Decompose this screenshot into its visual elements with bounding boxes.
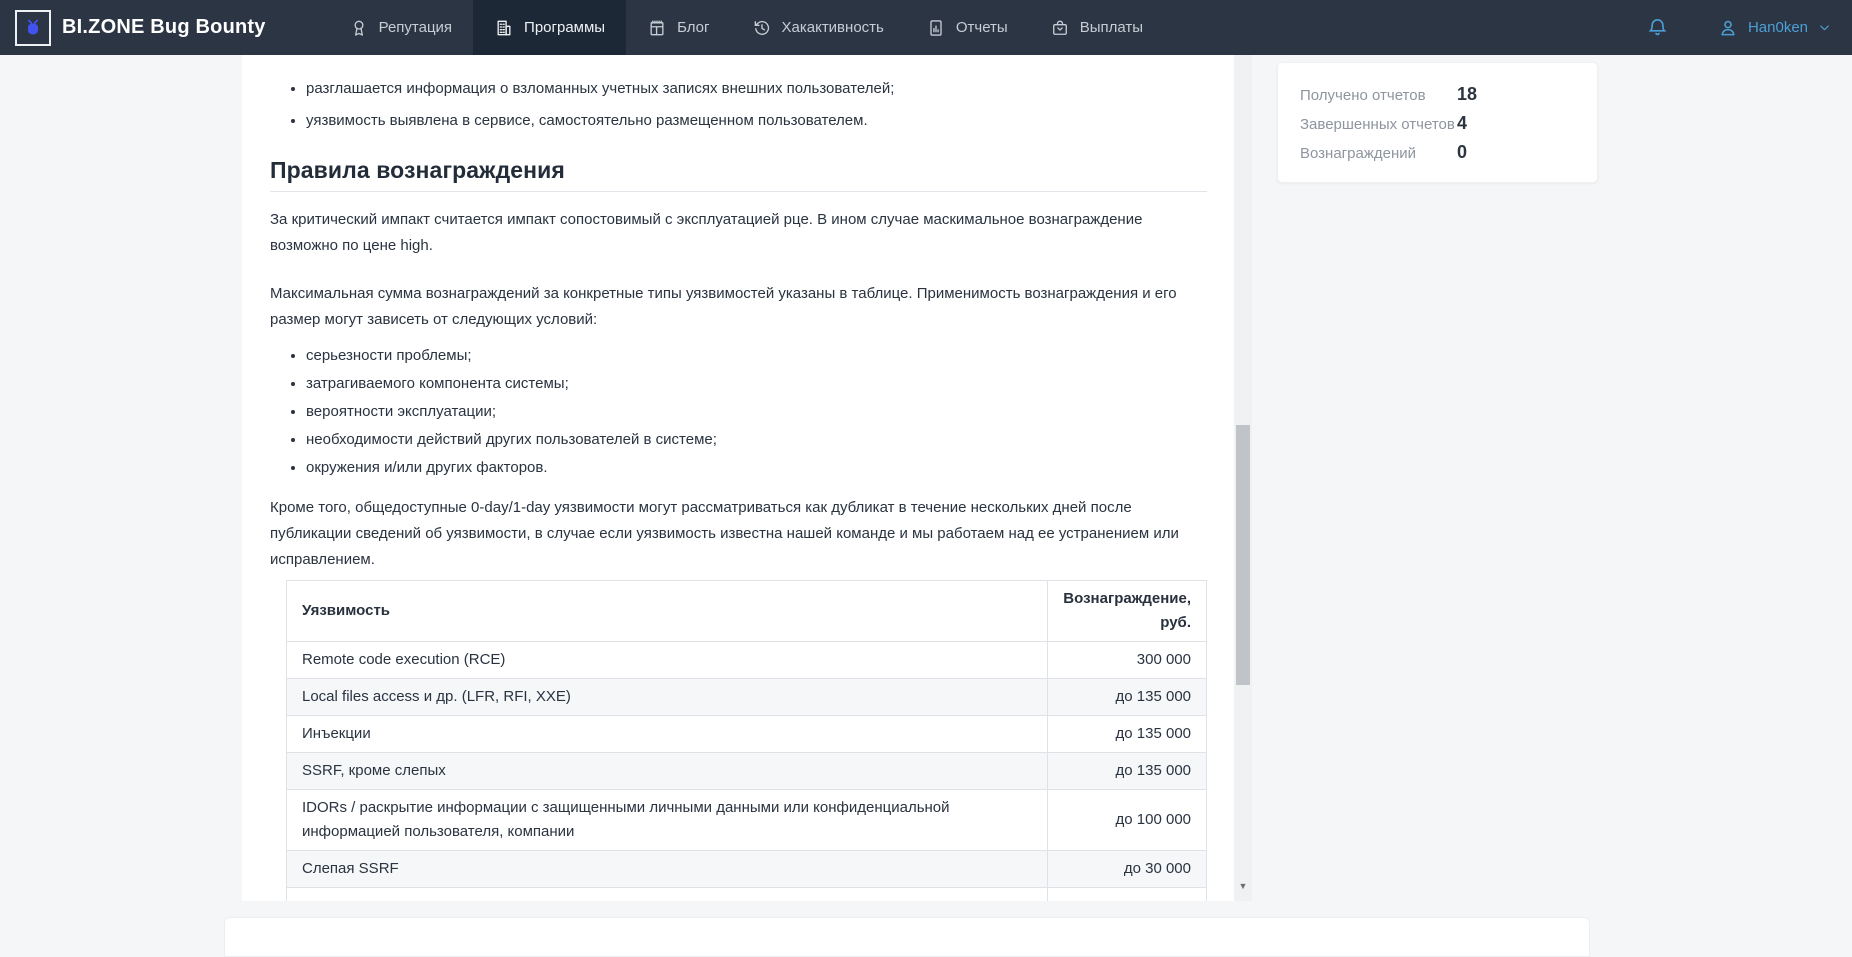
table-row: Инъекции до 135 000 (287, 716, 1207, 753)
user-menu[interactable]: Han0ken (1717, 17, 1832, 39)
history-icon (752, 18, 772, 38)
list-item: затрагиваемого компонента системы; (306, 372, 1207, 396)
list-item: необходимости действий других пользовате… (306, 428, 1207, 452)
vulnerability-cell: Local files access и др. (LFR, RFI, XXE) (287, 679, 1048, 716)
stat-row-received-reports: Получено отчетов 18 (1300, 84, 1575, 105)
navbar-right: Han0ken (1646, 0, 1852, 55)
stat-label: Получено отчетов (1300, 86, 1457, 105)
exclusions-list: разглашается информация о взломанных уче… (286, 77, 1207, 133)
stat-label: Завершенных отчетов (1300, 115, 1457, 134)
paragraph: Кроме того, общедоступные 0-day/1-day уя… (270, 495, 1207, 573)
stat-value: 4 (1457, 113, 1467, 134)
stat-value: 18 (1457, 84, 1477, 105)
journal-icon (647, 18, 667, 38)
nav-item-reports[interactable]: Отчеты (905, 0, 1029, 55)
reward-cell: до 30 000 (1048, 851, 1207, 888)
table-row: Слепая SSRF до 30 000 (287, 851, 1207, 888)
reward-cell: до 135 000 (1048, 716, 1207, 753)
nav-item-label: Хакактивность (782, 19, 884, 36)
list-item: серьезности проблемы; (306, 344, 1207, 368)
vulnerability-cell: Слепая SSRF (287, 851, 1048, 888)
briefcase-icon (1050, 18, 1070, 38)
brand-title: BI.ZONE Bug Bounty (62, 16, 266, 39)
vulnerability-cell: SSRF, кроме слепых (287, 753, 1048, 790)
rewards-table: Уязвимость Вознаграждение, руб. Remote c… (286, 580, 1207, 901)
vulnerability-cell: IDORs / раскрытие информации с защищенны… (287, 790, 1048, 851)
reward-cell: до 135 000 (1048, 679, 1207, 716)
user-icon (1717, 17, 1739, 39)
vulnerability-cell (287, 888, 1048, 902)
vulnerability-cell: Remote code execution (RCE) (287, 642, 1048, 679)
rewards-rules-heading: Правила вознаграждения (270, 157, 1207, 184)
stat-label: Вознаграждений (1300, 144, 1457, 163)
program-stats-card: Получено отчетов 18 Завершенных отчетов … (1277, 62, 1598, 183)
building-icon (494, 18, 514, 38)
paragraph: Максимальная сумма вознаграждений за кон… (270, 281, 1207, 333)
nav-item-blog[interactable]: Блог (626, 0, 730, 55)
column-header-vulnerability: Уязвимость (287, 581, 1048, 642)
reward-cell: 300 000 (1048, 642, 1207, 679)
nav-menu: Репутация Программы Блог Хака (328, 0, 1164, 55)
nav-item-label: Репутация (379, 19, 452, 36)
vulnerability-cell: Инъекции (287, 716, 1048, 753)
conditions-list: серьезности проблемы; затрагиваемого ком… (286, 344, 1207, 480)
nav-item-label: Программы (524, 19, 605, 36)
program-content-panel: разглашается информация о взломанных уче… (242, 55, 1252, 901)
bizone-logo (15, 10, 51, 46)
nav-item-hackactivity[interactable]: Хакактивность (731, 0, 905, 55)
list-item: вероятности эксплуатации; (306, 400, 1207, 424)
top-navbar: BI.ZONE Bug Bounty Репутация Программы (0, 0, 1852, 55)
table-row (287, 888, 1207, 902)
user-name: Han0ken (1748, 19, 1808, 36)
chevron-down-icon (1817, 20, 1832, 35)
list-item: уязвимость выявлена в сервисе, самостоят… (306, 109, 1207, 133)
nav-item-payouts[interactable]: Выплаты (1029, 0, 1164, 55)
nav-item-label: Отчеты (956, 19, 1008, 36)
nav-item-label: Выплаты (1080, 19, 1143, 36)
nav-item-reputation[interactable]: Репутация (328, 0, 473, 55)
table-row: SSRF, кроме слепых до 135 000 (287, 753, 1207, 790)
medal-icon (349, 18, 369, 38)
scrollbar-down-arrow[interactable]: ▼ (1234, 882, 1252, 891)
table-row: Local files access и др. (LFR, RFI, XXE)… (287, 679, 1207, 716)
table-row: Remote code execution (RCE) 300 000 (287, 642, 1207, 679)
reward-cell (1048, 888, 1207, 902)
reward-cell: до 100 000 (1048, 790, 1207, 851)
content-scrollbar[interactable]: ▼ (1234, 55, 1252, 901)
brand[interactable]: BI.ZONE Bug Bounty (0, 0, 266, 55)
scrollbar-thumb[interactable] (1236, 425, 1250, 685)
list-item: окружения и/или других факторов. (306, 456, 1207, 480)
column-header-reward: Вознаграждение, руб. (1048, 581, 1207, 642)
list-item: разглашается информация о взломанных уче… (306, 77, 1207, 101)
paragraph: За критический импакт считается импакт с… (270, 207, 1207, 259)
stat-row-rewards: Вознаграждений 0 (1300, 142, 1575, 163)
nav-item-label: Блог (677, 19, 709, 36)
report-document-icon (926, 18, 946, 38)
notifications-button[interactable] (1646, 16, 1669, 39)
table-row: IDORs / раскрытие информации с защищенны… (287, 790, 1207, 851)
stat-row-completed-reports: Завершенных отчетов 4 (1300, 113, 1575, 134)
program-description: разглашается информация о взломанных уче… (242, 55, 1234, 901)
table-header-row: Уязвимость Вознаграждение, руб. (287, 581, 1207, 642)
stat-value: 0 (1457, 142, 1467, 163)
bottom-panel (224, 917, 1590, 957)
heading-divider (270, 191, 1207, 192)
bug-icon (23, 18, 43, 38)
bell-icon (1646, 16, 1669, 39)
reward-cell: до 135 000 (1048, 753, 1207, 790)
nav-item-programs[interactable]: Программы (473, 0, 626, 55)
